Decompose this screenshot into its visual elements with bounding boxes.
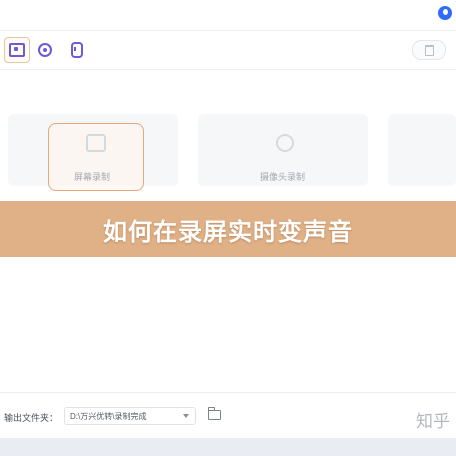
output-folder-label: 输出文件夹： — [4, 413, 59, 423]
trash-icon — [424, 44, 434, 56]
audio-record-tab[interactable] — [64, 37, 90, 63]
app-logo-icon — [438, 6, 452, 20]
footer-strip — [0, 438, 456, 456]
audio-record-card[interactable] — [388, 114, 456, 186]
banner-title: 如何在录屏实时变声音 — [103, 217, 353, 246]
webcam-record-label: 摄像头录制 — [260, 172, 306, 182]
bottom-bar: 输出文件夹： D:\万兴优转\录制完成 知乎 — [0, 392, 456, 439]
webcam-icon — [38, 43, 52, 57]
title-banner: 如何在录屏实时变声音 — [0, 201, 456, 257]
webcam-tab[interactable] — [32, 37, 58, 63]
delete-button[interactable] — [412, 40, 446, 60]
app-window: 屏幕录制 摄像头录制 如何在录屏实时变声音 输出文件夹： D:\万兴优转\录制完… — [0, 0, 456, 456]
screen-record-icon — [86, 134, 106, 152]
screen-record-tab[interactable] — [4, 37, 30, 63]
output-folder-path: D:\万兴优转\录制完成 — [70, 412, 147, 421]
mode-toolbar — [0, 31, 456, 70]
watermark: 知乎 — [416, 412, 450, 432]
screen-record-label: 屏幕录制 — [74, 172, 111, 182]
title-bar — [0, 0, 456, 31]
folder-icon[interactable] — [208, 407, 221, 420]
microphone-icon — [71, 42, 83, 58]
screen-record-icon — [9, 43, 25, 57]
output-folder-select[interactable]: D:\万兴优转\录制完成 — [64, 407, 196, 425]
webcam-icon — [276, 134, 294, 152]
chevron-down-icon — [183, 414, 189, 418]
